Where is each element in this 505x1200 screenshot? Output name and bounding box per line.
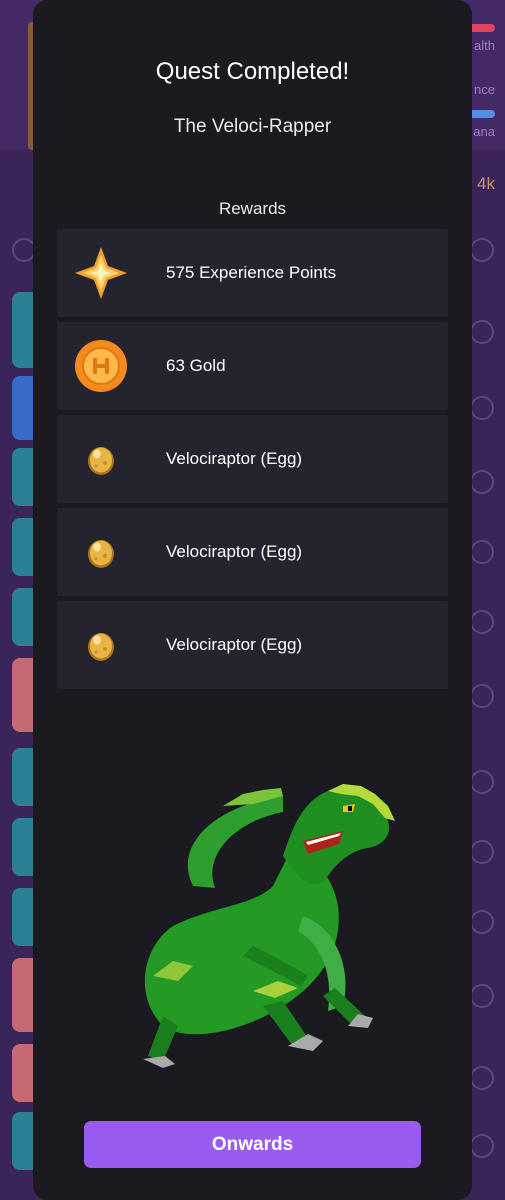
reward-label: Velociraptor (Egg) [166, 635, 303, 654]
reward-label: Velociraptor (Egg) [166, 449, 303, 468]
checkbox-icon [470, 540, 494, 564]
task-item [12, 376, 34, 440]
reward-item: Velociraptor (Egg) [57, 601, 448, 689]
reward-item: Velociraptor (Egg) [57, 415, 448, 503]
checkbox-icon [470, 684, 494, 708]
task-item [12, 658, 34, 732]
reward-label: Velociraptor (Egg) [166, 542, 303, 561]
reward-item: 575 Experience Points [57, 229, 448, 317]
reward-label: 575 Experience Points [166, 263, 337, 282]
experience-label: nce [474, 82, 495, 97]
checkbox-icon [470, 1134, 494, 1158]
rewards-heading: Rewards [218, 199, 287, 218]
checkbox-icon [470, 910, 494, 934]
gold-coin-icon [57, 322, 145, 410]
experience-star-icon [57, 229, 145, 317]
task-item [12, 518, 34, 576]
health-label: alth [474, 38, 495, 53]
task-item [12, 748, 34, 806]
checkbox-icon [470, 396, 494, 420]
task-item [12, 588, 34, 646]
task-item [12, 888, 34, 946]
task-item [12, 1044, 34, 1102]
reward-label: 63 Gold [166, 356, 226, 375]
reward-item: Velociraptor (Egg) [57, 508, 448, 596]
quest-completed-modal: Quest Completed! The Veloci-Rapper Rewar… [33, 0, 472, 1200]
task-item [12, 818, 34, 876]
checkbox-icon [470, 984, 494, 1008]
task-item [12, 958, 34, 1032]
egg-icon [57, 601, 145, 689]
checkbox-icon [470, 610, 494, 634]
onwards-button[interactable]: Onwards [84, 1121, 421, 1168]
egg-icon [57, 415, 145, 503]
task-item [12, 292, 34, 368]
checkbox-icon [470, 1066, 494, 1090]
modal-title: Quest Completed! [155, 58, 350, 85]
checkbox-icon [470, 840, 494, 864]
reward-item: 63 Gold [57, 322, 448, 410]
task-item [12, 1112, 34, 1170]
checkbox-icon [470, 238, 494, 262]
quest-name: The Veloci-Rapper [173, 116, 332, 137]
checkbox-icon [470, 320, 494, 344]
mana-label: ana [473, 124, 495, 139]
task-item [12, 448, 34, 506]
velociraptor-illustration [143, 784, 395, 1068]
egg-icon [57, 508, 145, 596]
checkbox-icon [470, 770, 494, 794]
gold-count: 4k [477, 174, 495, 193]
checkbox-icon [470, 470, 494, 494]
